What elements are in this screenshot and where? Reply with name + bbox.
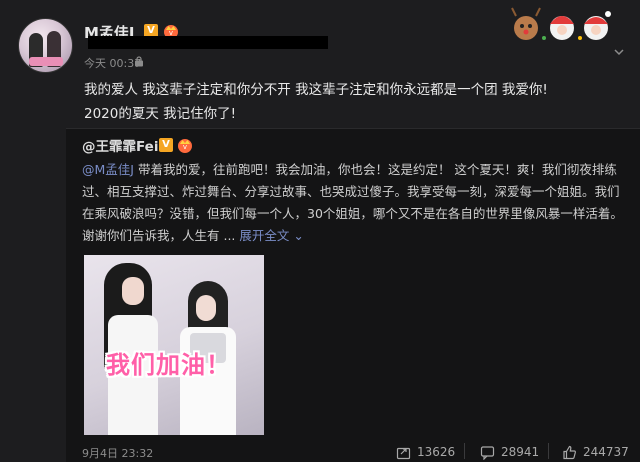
redacted-bar: [88, 36, 328, 49]
post-text-line: 2020的夏天 我记住你了!: [84, 106, 237, 122]
comment-icon: [480, 445, 495, 460]
repost-button[interactable]: 13626: [396, 443, 455, 461]
photo-caption: 我们加油！: [106, 351, 231, 379]
like-button[interactable]: 244737: [562, 443, 629, 461]
repost-content: @M孟佳J 带着我的爱，往前跑吧！我会加油，你也会！这是约定！ 这个夏天！爽！我…: [82, 159, 628, 247]
christmas-decoration-icon: [511, 7, 611, 40]
chevron-down-icon: ⌄: [293, 228, 304, 243]
post-content: 我的爱人 我这辈子注定和你分不开 我这辈子注定和你永远都是一个团 我爱你! 20…: [84, 78, 624, 126]
divider: [464, 443, 465, 459]
comment-count: 28941: [501, 445, 540, 459]
verified-icon: V: [159, 138, 173, 152]
mention-link[interactable]: @M孟佳J: [82, 162, 134, 177]
chevron-down-icon[interactable]: [614, 48, 624, 56]
weibo-post: M孟佳J V v 今天 00:37 我的爱人 我这辈子注定和你分不开 我这辈子注…: [0, 0, 640, 128]
avatar[interactable]: [18, 18, 73, 73]
reposted-weibo[interactable]: @王霏霏Fei V v @M孟佳J 带着我的爱，往前跑吧！我会加油，你也会！这是…: [66, 128, 640, 462]
expand-full-text-link[interactable]: 展开全文 ⌄: [239, 228, 303, 243]
divider: [548, 443, 549, 459]
thumbs-up-icon: [563, 445, 576, 459]
repost-count: 13626: [417, 445, 456, 459]
repost-photo[interactable]: 我们加油！: [84, 255, 264, 435]
post-time[interactable]: 今天 00:37: [84, 55, 141, 71]
post-text-line: 我的爱人 我这辈子注定和你分不开 我这辈子注定和你永远都是一个团 我爱你!: [84, 82, 548, 98]
repost-text: 带着我的爱，往前跑吧！我会加油，你也会！这是约定！ 这个夏天！爽！我们彻夜排练过…: [82, 162, 623, 243]
expand-label: 展开全文: [239, 228, 290, 243]
repost-time[interactable]: 9月4日 23:32: [82, 445, 153, 461]
repost-username[interactable]: @王霏霏Fei: [82, 135, 158, 155]
like-count: 244737: [583, 445, 629, 459]
svg-text:v: v: [183, 143, 187, 151]
repost-icon: [396, 447, 411, 459]
vip-crown-icon[interactable]: v: [176, 136, 194, 154]
visibility-icon: [135, 56, 143, 67]
comment-button[interactable]: 28941: [480, 443, 539, 461]
